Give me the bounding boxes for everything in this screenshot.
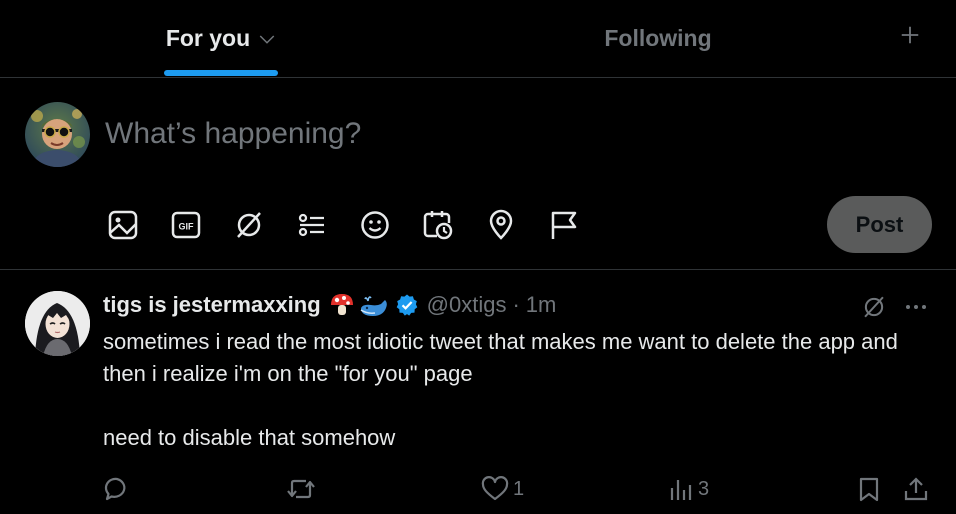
tweet-text: sometimes i read the most idiotic tweet … (103, 329, 898, 450)
author-display-name[interactable]: tigs is jestermaxxing (103, 292, 321, 318)
user-avatar[interactable] (25, 102, 90, 167)
tab-following[interactable]: Following (540, 0, 776, 77)
add-tab-plus-icon[interactable] (892, 17, 928, 53)
schedule-icon[interactable] (419, 206, 457, 244)
tweet[interactable]: tigs is jestermaxxing @0xtigs · 1m somet… (0, 271, 956, 514)
more-options-icon[interactable] (900, 291, 932, 323)
tweet-actions: 1 3 (0, 471, 956, 507)
whale-icon (359, 292, 389, 318)
grok-icon[interactable] (858, 291, 890, 323)
retweet-icon (286, 476, 316, 502)
bookmark-icon (856, 476, 882, 502)
post-button[interactable]: Post (827, 196, 932, 253)
gif-icon[interactable]: GIF (167, 206, 205, 244)
flag-icon[interactable] (545, 206, 583, 244)
mushroom-icon (329, 292, 355, 318)
svg-text:GIF: GIF (179, 222, 195, 232)
emoji-icon[interactable] (356, 206, 394, 244)
like-button[interactable]: 1 (481, 471, 524, 507)
like-count: 1 (513, 477, 525, 500)
timeline-tabs: For you Following (0, 0, 956, 78)
view-count: 3 (698, 477, 710, 500)
share-icon (903, 476, 929, 502)
location-icon[interactable] (482, 206, 520, 244)
retweet-button[interactable] (286, 471, 316, 507)
separator-dot: · (512, 292, 520, 317)
reply-button[interactable] (104, 471, 130, 507)
tweet-header: tigs is jestermaxxing @0xtigs · 1m (103, 291, 556, 319)
views-button[interactable]: 3 (668, 471, 709, 507)
reply-icon (104, 476, 130, 502)
author-avatar[interactable] (25, 291, 90, 356)
poll-icon[interactable] (293, 206, 331, 244)
active-tab-indicator (164, 70, 278, 76)
tab-for-you[interactable]: For you (120, 0, 322, 77)
views-chart-icon (668, 476, 694, 502)
grok-icon[interactable] (230, 206, 268, 244)
composer-toolbar: GIF (104, 206, 608, 244)
tweet-composer: GIF (0, 78, 956, 270)
verified-badge-icon[interactable] (395, 293, 419, 317)
bookmark-button[interactable] (856, 471, 882, 507)
tab-following-label: Following (604, 25, 712, 51)
chevron-down-icon[interactable] (258, 30, 276, 48)
share-button[interactable] (903, 471, 929, 507)
tab-for-you-label: For you (165, 25, 251, 51)
compose-tweet-input[interactable] (105, 114, 805, 154)
author-handle[interactable]: @0xtigs (427, 292, 507, 318)
image-icon[interactable] (104, 206, 142, 244)
heart-icon (481, 476, 509, 502)
tweet-timestamp[interactable]: 1m (526, 292, 557, 318)
